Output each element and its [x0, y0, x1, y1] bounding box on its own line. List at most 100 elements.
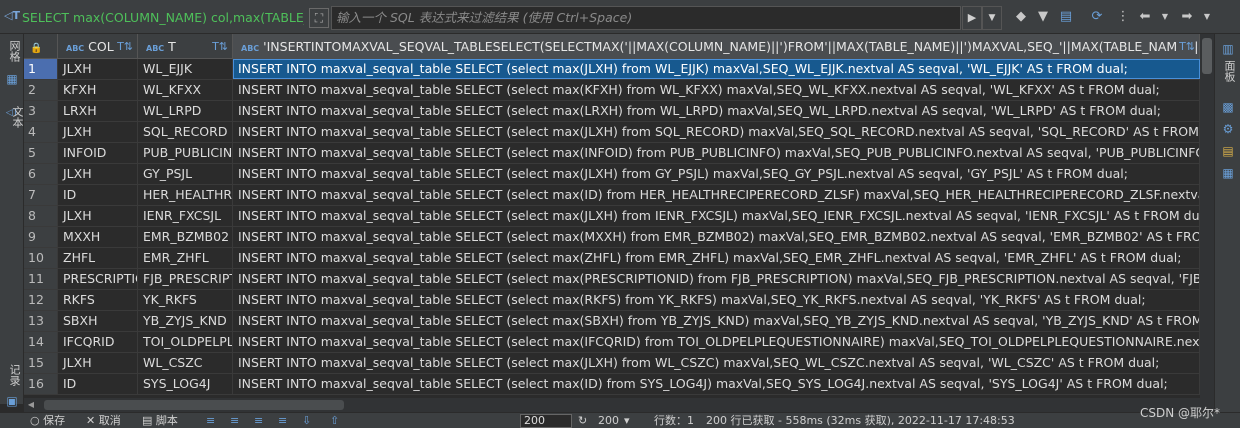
- row-number[interactable]: 5: [24, 143, 58, 163]
- row-number[interactable]: 12: [24, 290, 58, 310]
- cell-sql[interactable]: INSERT INTO maxval_seqval_table SELECT (…: [233, 122, 1200, 142]
- cell-sql[interactable]: INSERT INTO maxval_seqval_table SELECT (…: [233, 59, 1200, 79]
- cell-col[interactable]: ID: [58, 185, 138, 205]
- back-icon[interactable]: ⬅: [1136, 8, 1154, 26]
- cell-t[interactable]: EMR_BZMB02: [138, 227, 233, 247]
- cell-t[interactable]: TOI_OLDPELPLE: [138, 332, 233, 352]
- vertical-scrollbar[interactable]: [1200, 34, 1214, 398]
- table-row[interactable]: 3 LRXH WL_LRPD INSERT INTO maxval_seqval_ta…: [24, 101, 1200, 122]
- cell-t[interactable]: FJB_PRESCRIPTI: [138, 269, 233, 289]
- row-number[interactable]: 2: [24, 80, 58, 100]
- script-button[interactable]: ▤ 脚本: [142, 413, 178, 428]
- row-count-dropdown-icon[interactable]: ▾: [624, 413, 630, 428]
- back-dropdown-icon[interactable]: ▼: [1156, 8, 1174, 26]
- forward-icon[interactable]: ➡: [1178, 8, 1196, 26]
- table-row[interactable]: 16 ID SYS_LOG4J INSERT INTO maxval_seqval_t…: [24, 374, 1200, 395]
- panel-icon[interactable]: ▥: [1219, 40, 1237, 58]
- filter-settings-icon[interactable]: ▤: [1057, 8, 1075, 26]
- cell-t[interactable]: YB_ZYJS_KND: [138, 311, 233, 331]
- row-number[interactable]: 1: [24, 59, 58, 79]
- vertical-scroll-thumb[interactable]: [1202, 38, 1212, 74]
- cell-col[interactable]: JLXH: [58, 353, 138, 373]
- cell-sql[interactable]: INSERT INTO maxval_seqval_table SELECT (…: [233, 185, 1200, 205]
- row-number[interactable]: 6: [24, 164, 58, 184]
- filter-icon[interactable]: ▼: [1034, 8, 1052, 26]
- settings-icon[interactable]: ⚙: [1219, 120, 1237, 138]
- cell-col[interactable]: SBXH: [58, 311, 138, 331]
- cell-col[interactable]: JLXH: [58, 59, 138, 79]
- sort-filter-icon[interactable]: T⇅: [212, 34, 228, 59]
- table-row[interactable]: 1 JLXH WL_EJJK INSERT INTO maxval_seqval_ta…: [24, 59, 1200, 80]
- cell-col[interactable]: RKFS: [58, 290, 138, 310]
- table-row[interactable]: 5 INFOID PUB_PUBLICINF INSERT INTO maxval_s…: [24, 143, 1200, 164]
- cell-t[interactable]: YK_RKFS: [138, 290, 233, 310]
- cell-sql[interactable]: INSERT INTO maxval_seqval_table SELECT (…: [233, 143, 1200, 163]
- cell-sql[interactable]: INSERT INTO maxval_seqval_table SELECT (…: [233, 332, 1200, 352]
- cell-sql[interactable]: INSERT INTO maxval_seqval_table SELECT (…: [233, 227, 1200, 247]
- more-icon[interactable]: ⋮: [1114, 8, 1132, 26]
- table-row[interactable]: 13 SBXH YB_ZYJS_KND INSERT INTO maxval_seqv…: [24, 311, 1200, 332]
- cell-col[interactable]: JLXH: [58, 206, 138, 226]
- cell-t[interactable]: HER_HEALTHREC: [138, 185, 233, 205]
- cell-t[interactable]: WL_KFXX: [138, 80, 233, 100]
- cell-col[interactable]: JLXH: [58, 164, 138, 184]
- cell-sql[interactable]: INSERT INTO maxval_seqval_table SELECT (…: [233, 290, 1200, 310]
- table-row[interactable]: 15 JLXH WL_CSZC INSERT INTO maxval_seqval_t…: [24, 353, 1200, 374]
- cell-col[interactable]: INFOID: [58, 143, 138, 163]
- table-row[interactable]: 12 RKFS YK_RKFS INSERT INTO maxval_seqval_t…: [24, 290, 1200, 311]
- cell-t[interactable]: WL_EJJK: [138, 59, 233, 79]
- cell-col[interactable]: PRESCRIPTIC: [58, 269, 138, 289]
- cell-t[interactable]: IENR_FXCSJL: [138, 206, 233, 226]
- row-number[interactable]: 4: [24, 122, 58, 142]
- first-page-icon[interactable]: ≡: [206, 413, 215, 428]
- cell-col[interactable]: IFCQRID: [58, 332, 138, 352]
- calculator-icon[interactable]: ▤: [1219, 142, 1237, 160]
- fetch-next-icon[interactable]: ↻: [578, 413, 587, 428]
- column-header-sql[interactable]: ABC 'INSERTINTOMAXVAL_SEQVAL_TABLESELECT(…: [233, 34, 1200, 59]
- table-row[interactable]: 11 PRESCRIPTIC FJB_PRESCRIPTI INSERT INTO m…: [24, 269, 1200, 290]
- record-icon[interactable]: ▣: [3, 392, 21, 410]
- filter-input[interactable]: 输入一个 SQL 表达式来过滤结果 (使用 Ctrl+Space): [331, 6, 961, 30]
- table-row[interactable]: 2 KFXH WL_KFXX INSERT INTO maxval_seqval_ta…: [24, 80, 1200, 101]
- cell-col[interactable]: MXXH: [58, 227, 138, 247]
- row-number[interactable]: 9: [24, 227, 58, 247]
- cell-col[interactable]: JLXH: [58, 122, 138, 142]
- eraser-icon[interactable]: ◆: [1012, 8, 1030, 26]
- fetch-size-input[interactable]: 200: [520, 414, 572, 428]
- row-number[interactable]: 16: [24, 374, 58, 394]
- row-number[interactable]: 8: [24, 206, 58, 226]
- row-number[interactable]: 10: [24, 248, 58, 268]
- cell-sql[interactable]: INSERT INTO maxval_seqval_table SELECT (…: [233, 80, 1200, 100]
- cell-sql[interactable]: INSERT INTO maxval_seqval_table SELECT (…: [233, 353, 1200, 373]
- cell-sql[interactable]: INSERT INTO maxval_seqval_table SELECT (…: [233, 311, 1200, 331]
- table-row[interactable]: 10 ZHFL EMR_ZHFL INSERT INTO maxval_seqval_…: [24, 248, 1200, 269]
- layout-icon[interactable]: ▦: [1219, 164, 1237, 182]
- query-text[interactable]: SELECT max(COLUMN_NAME) col,max(TABLE_N: [22, 8, 304, 28]
- column-header-t[interactable]: ABC T T⇅: [138, 34, 233, 59]
- cell-t[interactable]: PUB_PUBLICINF: [138, 143, 233, 163]
- filter-history-dropdown[interactable]: ▼: [982, 6, 1002, 30]
- apply-filter-button[interactable]: ▶: [962, 6, 982, 30]
- expand-icon[interactable]: ⛶: [309, 8, 329, 28]
- last-page-icon[interactable]: ≡: [278, 413, 287, 428]
- text-view-tab[interactable]: 文本: [5, 106, 25, 128]
- table-row[interactable]: 7IDHER_HEALTHRECINSERT INTO maxval_seqva…: [24, 185, 1200, 206]
- row-number[interactable]: 14: [24, 332, 58, 352]
- cell-col[interactable]: ZHFL: [58, 248, 138, 268]
- panels-tab[interactable]: 面板: [1219, 60, 1237, 82]
- cell-t[interactable]: GY_PSJL: [138, 164, 233, 184]
- cell-col[interactable]: LRXH: [58, 101, 138, 121]
- record-view-tab[interactable]: 记录: [2, 364, 22, 386]
- grid-layout-icon[interactable]: ▩: [1219, 98, 1237, 116]
- row-number[interactable]: 15: [24, 353, 58, 373]
- export-icon[interactable]: ⇩: [302, 413, 311, 428]
- cell-sql[interactable]: INSERT INTO maxval_seqval_table SELECT (…: [233, 269, 1200, 289]
- next-page-icon[interactable]: ≡: [254, 413, 263, 428]
- cell-col[interactable]: KFXH: [58, 80, 138, 100]
- sort-filter-icon[interactable]: T⇅: [1177, 34, 1195, 59]
- cell-sql[interactable]: INSERT INTO maxval_seqval_table SELECT (…: [233, 164, 1200, 184]
- import-icon[interactable]: ⇧: [330, 413, 339, 428]
- prev-page-icon[interactable]: ≡: [230, 413, 239, 428]
- cell-sql[interactable]: INSERT INTO maxval_seqval_table SELECT (…: [233, 101, 1200, 121]
- column-header-col[interactable]: ABC COL T⇅: [58, 34, 138, 59]
